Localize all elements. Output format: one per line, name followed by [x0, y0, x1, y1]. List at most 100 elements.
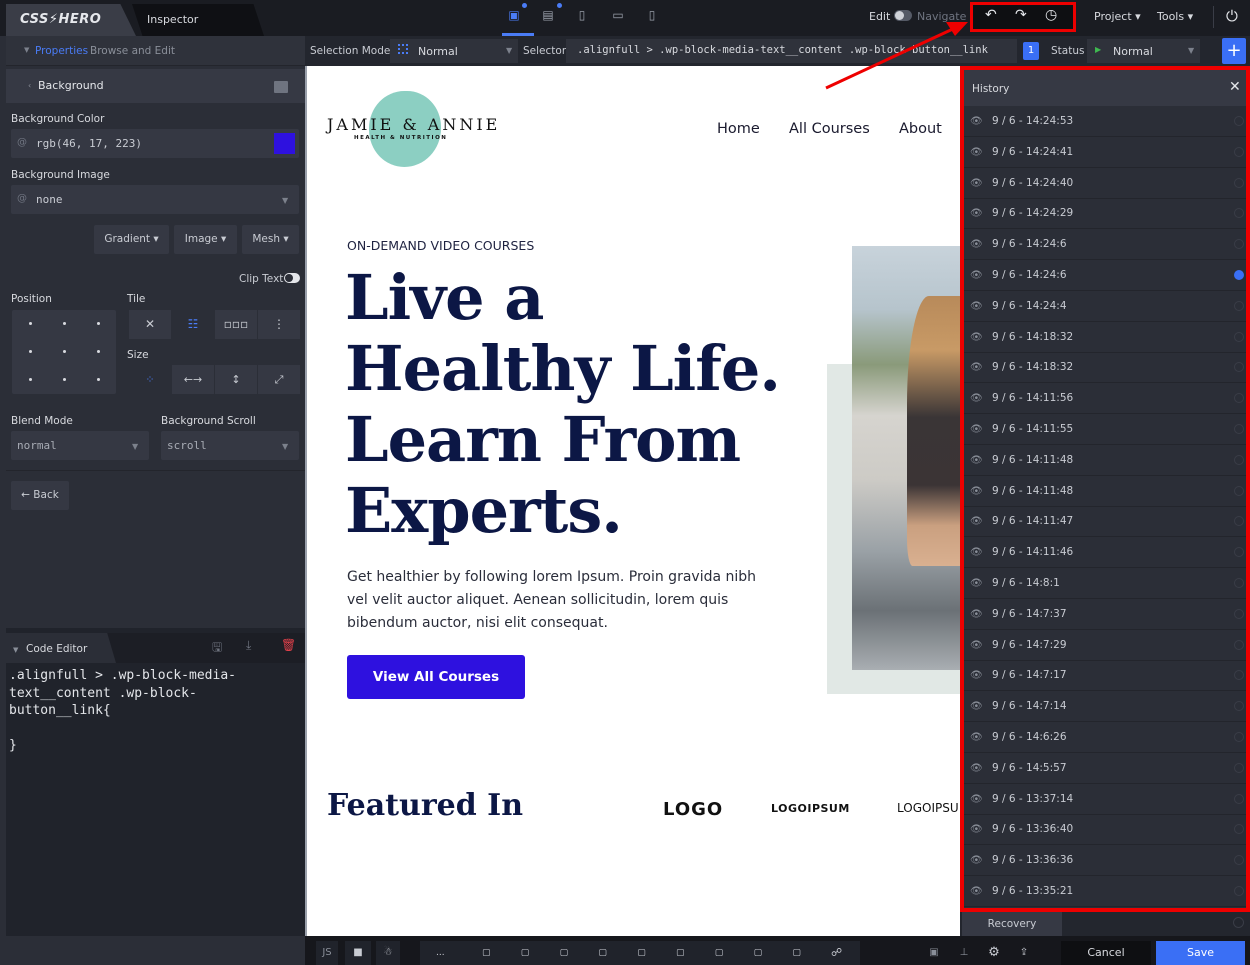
history-entry-label[interactable]: 9 / 6 - 14:11:46 — [992, 546, 1073, 558]
history-entry[interactable]: 👁 9 / 6 - 13:35:21 — [964, 876, 1246, 907]
tablet-view-icon[interactable]: ▯ — [572, 8, 592, 24]
color-swatch[interactable] — [274, 133, 295, 154]
history-entry[interactable]: 👁 9 / 6 - 14:11:55 — [964, 414, 1246, 445]
history-entry-radio[interactable] — [1234, 300, 1244, 311]
history-entry[interactable]: 👁 9 / 6 - 14:5:57 — [964, 753, 1246, 784]
tablet-landscape-view-icon[interactable]: ▭ — [608, 8, 628, 24]
history-entry[interactable]: 👁 9 / 6 - 14:24:6 — [964, 229, 1246, 261]
history-entry-label[interactable]: 9 / 6 - 14:7:37 — [992, 608, 1067, 620]
eye-icon[interactable]: 👁 — [970, 486, 983, 497]
desktop-view-icon[interactable]: ▣ — [504, 8, 524, 24]
download-icon[interactable]: ⤓ — [246, 638, 251, 653]
save-button[interactable]: Save — [1156, 941, 1245, 965]
back-button[interactable]: ← Back — [11, 481, 69, 510]
image-icon[interactable] — [274, 81, 288, 93]
history-entry-label[interactable]: 9 / 6 - 13:37:14 — [992, 793, 1073, 805]
history-entry[interactable]: 👁 9 / 6 - 14:11:48 — [964, 476, 1246, 507]
eye-icon[interactable]: 👁 — [970, 424, 983, 435]
history-entry-radio[interactable] — [1234, 424, 1244, 434]
breadcrumb-item[interactable]: ▢ — [715, 941, 724, 965]
history-entry-radio[interactable] — [1234, 146, 1244, 157]
eye-icon[interactable]: 👁 — [970, 640, 983, 651]
breadcrumb-item[interactable]: ▢ — [598, 941, 607, 965]
eye-icon[interactable]: 👁 — [970, 578, 983, 589]
view-all-courses-button[interactable]: View All Courses — [347, 655, 525, 699]
history-entry-radio[interactable] — [1234, 454, 1244, 465]
project-menu[interactable]: Project ▾ — [1094, 10, 1141, 23]
history-entry-label[interactable]: 9 / 6 - 13:36:40 — [992, 823, 1073, 835]
size-auto-button[interactable]: ⁘ — [129, 365, 171, 394]
eye-icon[interactable]: 👁 — [970, 178, 983, 189]
tile-none-button[interactable]: ✕ — [129, 310, 171, 339]
eye-icon[interactable]: 👁 — [970, 147, 983, 158]
history-entry-radio[interactable] — [1234, 270, 1244, 280]
history-entry[interactable]: 👁 9 / 6 - 14:7:17 — [964, 660, 1246, 692]
eye-icon[interactable]: 👁 — [970, 455, 983, 466]
history-entry-label[interactable]: 9 / 6 - 14:7:29 — [992, 639, 1067, 651]
breadcrumb-more[interactable]: ... — [436, 941, 445, 965]
eye-icon[interactable]: 👁 — [970, 886, 983, 897]
history-entry-radio[interactable] — [1234, 578, 1244, 588]
history-entry-label[interactable]: 9 / 6 - 14:18:32 — [992, 331, 1073, 343]
nav-home[interactable]: Home — [717, 121, 760, 137]
history-entry[interactable]: 👁 9 / 6 - 14:24:41 — [964, 137, 1246, 168]
blend-mode-value[interactable]: normal — [17, 439, 57, 452]
history-entry[interactable]: 👁 9 / 6 - 14:18:32 — [964, 352, 1246, 384]
history-entry-radio[interactable] — [1234, 393, 1244, 404]
position-center-left[interactable] — [29, 350, 32, 353]
eye-icon[interactable]: 👁 — [970, 855, 983, 866]
undo-icon[interactable]: ↶ — [985, 7, 997, 23]
breadcrumb-item[interactable]: ▢ — [560, 941, 569, 965]
tile-repeat-y-button[interactable]: ⋮ — [258, 310, 300, 339]
history-entry-radio[interactable] — [1234, 608, 1244, 619]
size-width-button[interactable]: ←→ — [172, 365, 214, 394]
history-entry-radio[interactable] — [1234, 793, 1244, 804]
tools-menu[interactable]: Tools ▾ — [1157, 10, 1193, 23]
link-icon[interactable]: ☍ — [831, 941, 842, 965]
layout-icon[interactable]: ▣ — [926, 941, 942, 965]
history-entry[interactable]: 👁 9 / 6 - 14:7:37 — [964, 599, 1246, 630]
breadcrumb-item[interactable]: ▢ — [521, 941, 530, 965]
history-entry-radio[interactable] — [1234, 732, 1244, 742]
history-entry-label[interactable]: 9 / 6 - 13:36:36 — [992, 854, 1073, 866]
position-center-right[interactable] — [97, 350, 100, 353]
inspector-tab-label[interactable]: Inspector — [147, 13, 198, 26]
size-height-button[interactable]: ↕ — [215, 365, 257, 394]
history-entry-radio[interactable] — [1234, 485, 1244, 496]
history-entry-label[interactable]: 9 / 6 - 14:24:6 — [992, 269, 1067, 281]
eye-icon[interactable]: 👁 — [970, 794, 983, 805]
css-code[interactable]: .alignfull > .wp-block-media- text__cont… — [9, 667, 236, 755]
history-entry-label[interactable]: 9 / 6 - 14:7:17 — [992, 669, 1067, 681]
history-entry-label[interactable]: 9 / 6 - 14:24:41 — [992, 146, 1073, 158]
position-center[interactable] — [63, 350, 66, 353]
save-icon[interactable]: 🖫 — [212, 638, 222, 659]
position-top-center[interactable] — [63, 322, 66, 325]
history-entry[interactable]: 👁 9 / 6 - 14:11:46 — [964, 537, 1246, 569]
history-entry-radio[interactable] — [1234, 639, 1244, 650]
history-entry[interactable]: 👁 9 / 6 - 14:24:4 — [964, 291, 1246, 322]
history-entry-label[interactable]: 9 / 6 - 14:24:53 — [992, 115, 1073, 127]
position-bottom-center[interactable] — [63, 378, 66, 381]
js-button[interactable]: JS — [316, 941, 338, 965]
breadcrumb-item[interactable]: ▢ — [792, 941, 801, 965]
power-icon[interactable]: ⏻ — [1226, 7, 1238, 25]
history-entry-radio[interactable] — [1234, 855, 1244, 866]
eye-icon[interactable]: 👁 — [970, 301, 983, 312]
history-clock-icon[interactable]: ◷ — [1045, 7, 1057, 23]
history-entry[interactable]: 👁 9 / 6 - 14:11:56 — [964, 383, 1246, 415]
history-entry[interactable]: 👁 9 / 6 - 14:18:32 — [964, 322, 1246, 353]
history-entry-radio[interactable] — [1234, 177, 1244, 188]
properties-link[interactable]: Properties — [35, 45, 88, 57]
history-entry[interactable]: 👁 9 / 6 - 13:37:14 — [964, 784, 1246, 815]
recovery-radio[interactable] — [1233, 917, 1244, 928]
size-cover-button[interactable]: ⤢ — [258, 365, 300, 394]
recovery-tab[interactable]: Recovery — [962, 912, 1062, 936]
nav-all-courses[interactable]: All Courses — [789, 121, 870, 137]
history-entry-label[interactable]: 9 / 6 - 14:6:26 — [992, 731, 1067, 743]
history-entry-label[interactable]: 9 / 6 - 14:11:55 — [992, 423, 1073, 435]
history-entry[interactable]: 👁 9 / 6 - 14:11:47 — [964, 506, 1246, 538]
history-entry-label[interactable]: 9 / 6 - 14:7:14 — [992, 700, 1067, 712]
eye-icon[interactable]: 👁 — [970, 701, 983, 712]
history-entry-radio[interactable] — [1234, 362, 1244, 373]
redo-icon[interactable]: ↷ — [1015, 7, 1027, 23]
